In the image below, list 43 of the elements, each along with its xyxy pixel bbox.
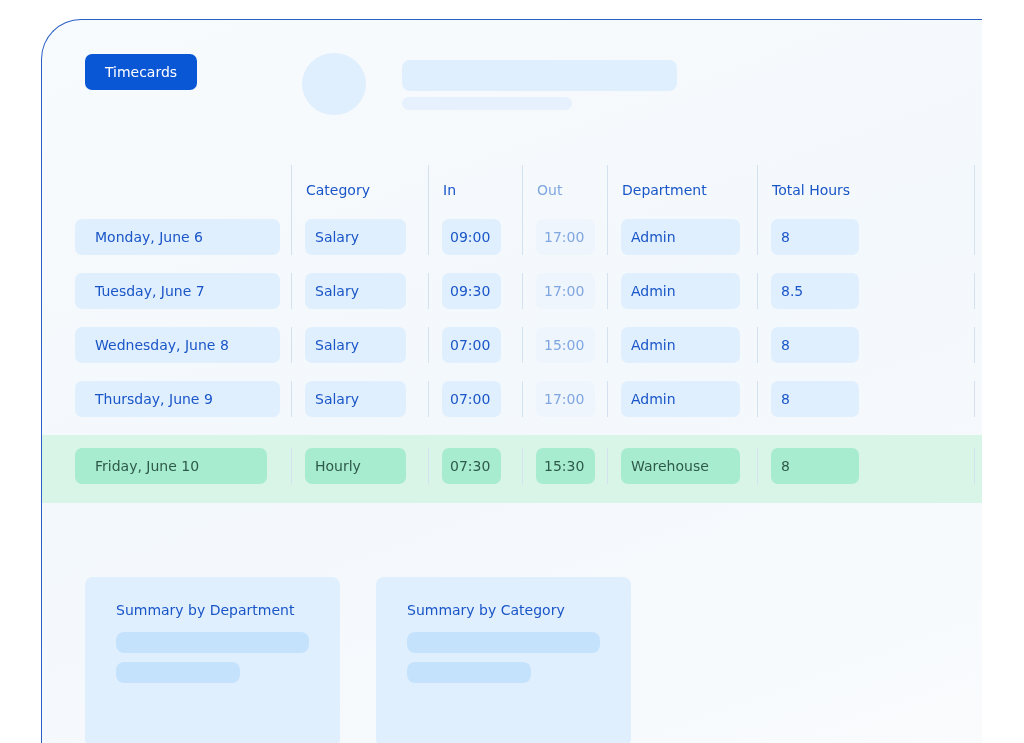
table-cell: Salary [305, 273, 406, 309]
table-cell: Warehouse [621, 448, 740, 484]
table-cell: 8 [771, 381, 859, 417]
table-cell: 17:00 [536, 219, 595, 255]
date-cell: Monday, June 6 [75, 219, 280, 255]
table-cell: 17:00 [536, 381, 595, 417]
date-cell: Tuesday, June 7 [75, 273, 280, 309]
table-cell: 8 [771, 219, 859, 255]
table-cell: 07:30 [442, 448, 501, 484]
date-cell: Wednesday, June 8 [75, 327, 280, 363]
table-cell: Admin [621, 381, 740, 417]
table-row[interactable]: Tuesday, June 7 Salary 09:30 17:00 Admin 8.5 [42, 273, 982, 327]
table-cell: Admin [621, 219, 740, 255]
table-cell: Salary [305, 219, 406, 255]
column-header: Out [537, 182, 563, 198]
date-cell: Thursday, June 9 [75, 381, 280, 417]
summary-title: Summary by Category [407, 602, 566, 618]
column-header: Total Hours [772, 182, 851, 198]
date-cell: Friday, June 10 [75, 448, 267, 484]
table-cell: 17:00 [536, 273, 595, 309]
table-cell: Salary [305, 381, 406, 417]
table-cell: Admin [621, 327, 740, 363]
table-cell: Salary [305, 327, 406, 363]
table-row[interactable]: Monday, June 6 Salary 09:00 17:00 Admin 8 [42, 219, 982, 273]
column-header: Department [622, 182, 707, 198]
column-header: In [443, 182, 456, 198]
table-cell: 8 [771, 448, 859, 484]
table-cell: 07:00 [442, 381, 501, 417]
table-row[interactable]: Thursday, June 9 Salary 07:00 17:00 Admin 8 [42, 381, 982, 435]
table-cell: 15:30 [536, 448, 595, 484]
table-cell: 09:30 [442, 273, 501, 309]
table-row[interactable]: Wednesday, June 8 Salary 07:00 15:00 Admin 8 [42, 327, 982, 381]
timecards-button[interactable]: Timecards [85, 54, 197, 90]
table-cell: Hourly [305, 448, 406, 484]
table-cell: Admin [621, 273, 740, 309]
column-header: Category [306, 182, 370, 198]
highlighted-row[interactable]: Friday, June 10 Hourly 07:30 15:30 Warehouse 8 [42, 435, 982, 503]
table-cell: 8.5 [771, 273, 859, 309]
table-cell: 07:00 [442, 327, 501, 363]
table-cell: 15:00 [536, 327, 595, 363]
summary-title: Summary by Department [116, 602, 296, 618]
table-cell: 09:00 [442, 219, 501, 255]
table-cell: 8 [771, 327, 859, 363]
